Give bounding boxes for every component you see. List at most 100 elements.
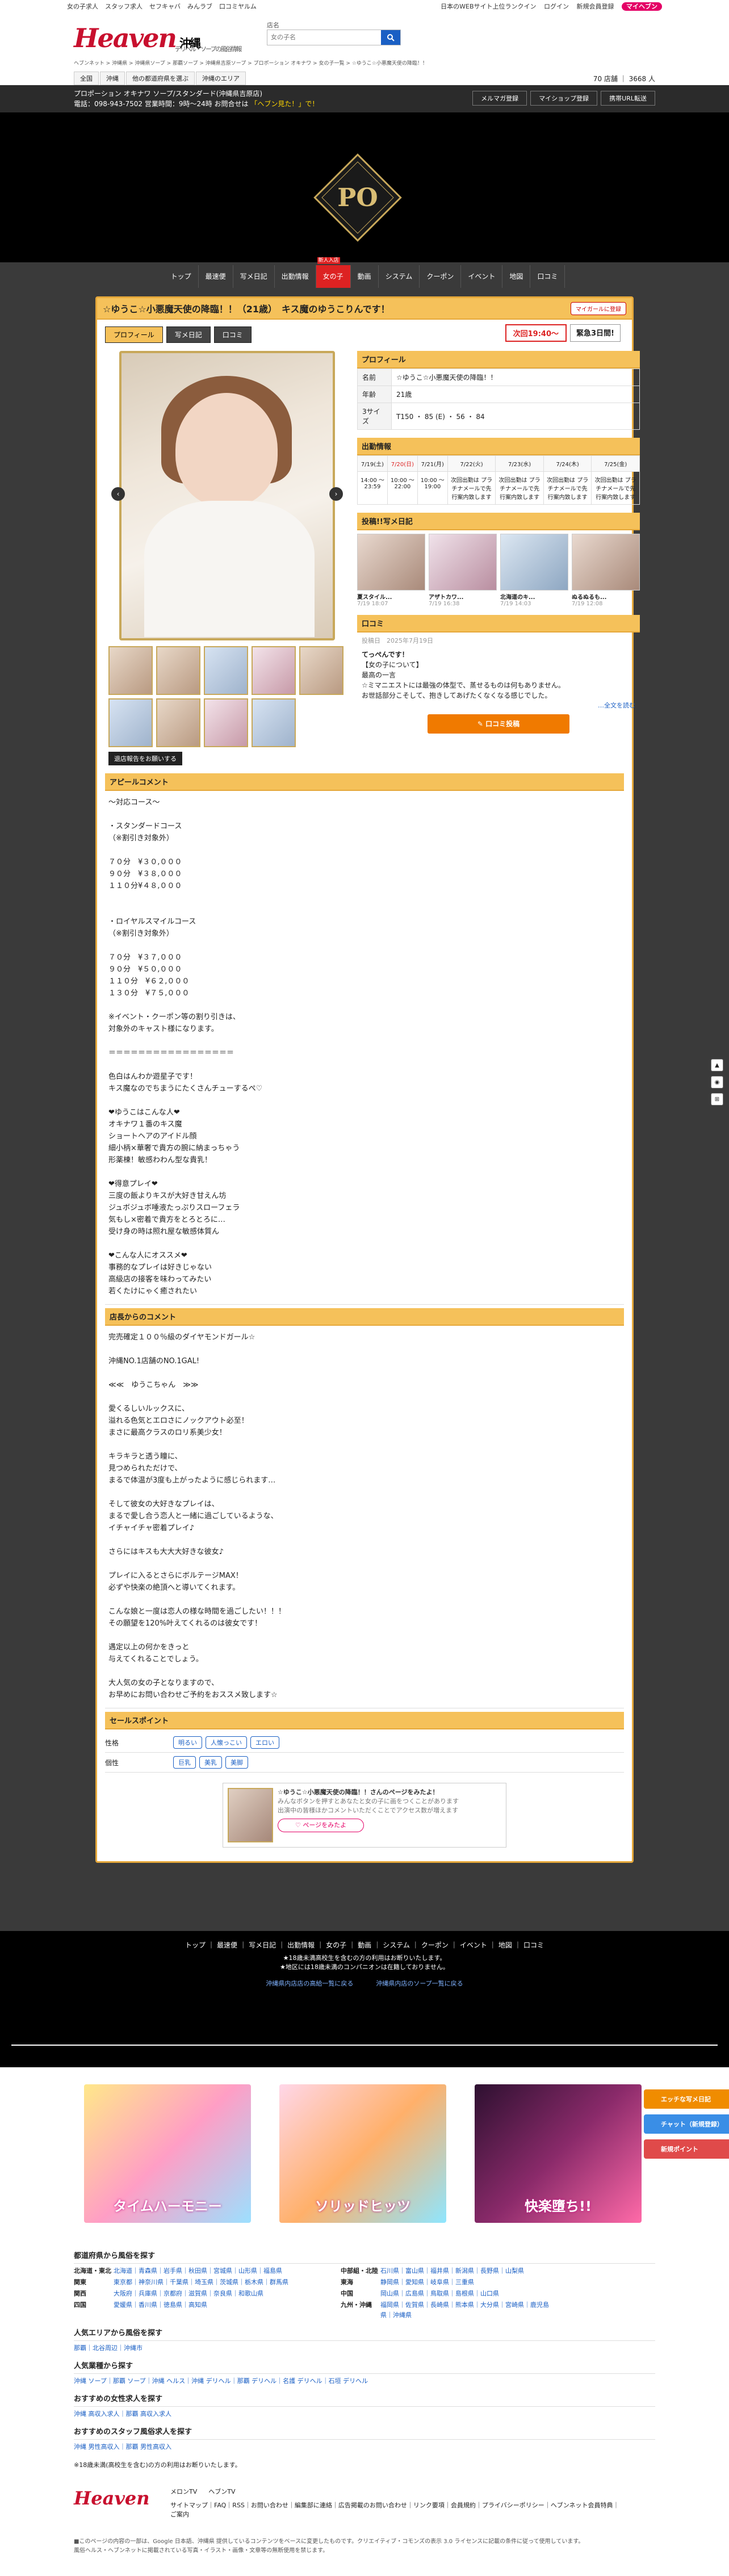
footnav-link[interactable]: 写メ日記 <box>249 1941 276 1949</box>
points-tag[interactable]: 美脚 <box>225 1756 248 1769</box>
post-review-button[interactable]: ✎ 口コミ投稿 <box>428 714 569 734</box>
myheaven-button[interactable]: マイヘブン <box>622 2 662 11</box>
thumbnail[interactable] <box>156 698 200 747</box>
login-link[interactable]: ログイン <box>544 3 569 10</box>
thumbnail[interactable] <box>156 646 200 695</box>
diary-item[interactable]: ぬるぬるも... 7/19 12:08 <box>572 534 640 607</box>
thumbnail[interactable] <box>108 646 153 695</box>
staff-job-links[interactable]: 沖縄 男性高収入｜那覇 男性高収入 <box>74 2442 655 2452</box>
record-icon[interactable]: ◉ <box>711 1076 723 1088</box>
main-photo[interactable]: ‹ › <box>111 351 343 640</box>
shop-tel[interactable]: 電話：098-943-7502 営業時間：9時〜24時 お問合せは <box>74 100 249 108</box>
thumbnail[interactable] <box>108 698 153 747</box>
up-icon[interactable]: ▲ <box>711 1059 723 1071</box>
area-links[interactable]: 東京都｜神奈川県｜千葉県｜埼玉県｜茨城県｜栃木県｜群馬県 <box>114 2277 341 2288</box>
diary-item[interactable]: 北海道のキ... 7/19 14:03 <box>500 534 568 607</box>
shopnav-item[interactable]: 地図 <box>502 265 531 288</box>
top-link[interactable]: セフキャバ <box>149 3 181 10</box>
ad-banner[interactable]: 快楽墮ち!! <box>475 2084 642 2223</box>
mobile-url-button[interactable]: 携帯URL転送 <box>601 91 655 106</box>
tab-profile[interactable]: プロフィール <box>105 326 163 343</box>
thumbnail[interactable] <box>252 646 296 695</box>
search-button[interactable] <box>381 30 400 45</box>
area-links[interactable]: 北海道｜青森県｜岩手県｜秋田県｜宮城県｜山形県｜福島県 <box>114 2266 341 2276</box>
points-tag[interactable]: 美乳 <box>199 1756 222 1769</box>
footnav-link[interactable]: 口コミ <box>523 1941 544 1949</box>
shopnav-item[interactable]: クーポン <box>420 265 462 288</box>
footnav-link[interactable]: クーポン <box>421 1941 449 1949</box>
grid-icon[interactable]: ⊞ <box>711 1093 723 1105</box>
footnav-link[interactable]: 最速便 <box>217 1941 237 1949</box>
mitayo-button[interactable]: ♡ ページをみたよ <box>278 1819 364 1832</box>
report-button[interactable]: 退店報告をお願いする <box>108 752 182 765</box>
footnav-link[interactable]: 女の子 <box>326 1941 346 1949</box>
ad-banner[interactable]: タイムハーモニー <box>84 2084 251 2223</box>
footnav-link[interactable]: 出勤情報 <box>287 1941 315 1949</box>
review-more-link[interactable]: …全文を読む <box>362 701 635 711</box>
back-link[interactable]: 沖縄県内店店の高給一覧に戻る <box>266 1980 353 1987</box>
ad-banner[interactable]: ソリッドヒッツ <box>279 2084 446 2223</box>
favorite-button[interactable]: マイガールに登録 <box>571 301 626 315</box>
float-chat-button[interactable]: チャット（新規登録） <box>644 2114 729 2134</box>
shopnav-item[interactable]: 口コミ <box>530 265 565 288</box>
myshop-button[interactable]: マイショップ登録 <box>530 91 598 106</box>
points-tag[interactable]: 明るい <box>173 1736 202 1749</box>
shopnav-item[interactable]: 出勤情報 <box>275 265 316 288</box>
genre-links[interactable]: 沖縄 ソープ｜那覇 ソープ｜沖縄 ヘルス｜沖縄 デリヘル｜那覇 デリヘル｜名護 … <box>74 2376 655 2386</box>
job-links[interactable]: 沖縄 高収入求人｜那覇 高収入求人 <box>74 2409 655 2419</box>
next-arrow-icon[interactable]: › <box>329 487 343 501</box>
gnav-item[interactable]: 全国 <box>74 72 99 85</box>
footer-links[interactable]: サイトマップ｜FAQ｜RSS｜お問い合わせ｜編集部に連絡｜広告掲載のお問い合わせ… <box>170 2501 625 2519</box>
shopnav-item[interactable]: 動画 <box>351 265 379 288</box>
top-link[interactable]: みんラブ <box>187 3 212 10</box>
register-link[interactable]: 新規会員登録 <box>577 3 614 10</box>
shopnav-item[interactable]: 写メ日記 <box>233 265 275 288</box>
thumbnail[interactable] <box>204 698 248 747</box>
tab-diary[interactable]: 写メ日記 <box>166 326 211 343</box>
tab-review[interactable]: 口コミ <box>213 326 252 343</box>
search-input[interactable] <box>267 30 381 45</box>
footnav-link[interactable]: イベント <box>460 1941 487 1949</box>
gnav-item[interactable]: 沖縄 <box>100 72 125 85</box>
gnav-item[interactable]: 沖縄のエリア <box>196 72 246 85</box>
footnav-link[interactable]: システム <box>383 1941 410 1949</box>
side-tool-buttons: ▲ ◉ ⊞ <box>711 1059 726 1110</box>
app-link[interactable]: メロンTV <box>170 2487 197 2497</box>
footnav-link[interactable]: 地図 <box>498 1941 512 1949</box>
area-links[interactable]: 福岡県｜佐賀県｜長崎県｜熊本県｜大分県｜宮崎県｜鹿児島県｜沖縄県 <box>380 2300 551 2321</box>
area-links[interactable]: 大阪府｜兵庫県｜京都府｜滋賀県｜奈良県｜和歌山県 <box>114 2289 341 2299</box>
shopnav-item[interactable]: イベント <box>461 265 503 288</box>
area-links[interactable]: 石川県｜富山県｜福井県｜新潟県｜長野県｜山梨県 <box>380 2266 551 2276</box>
top-link[interactable]: 女の子求人 <box>67 3 98 10</box>
back-link[interactable]: 沖縄県内店のソープ一覧に戻る <box>376 1980 463 1987</box>
area-links[interactable]: 静岡県｜愛知県｜岐阜県｜三重県 <box>380 2277 551 2288</box>
site-logo[interactable]: Heaven 沖縄 デリヘル・ソープの風俗情報 <box>74 23 242 53</box>
gnav-item[interactable]: 他の都道府県を選ぶ <box>126 72 195 85</box>
prev-arrow-icon[interactable]: ‹ <box>111 487 125 501</box>
points-tag[interactable]: 巨乳 <box>173 1756 196 1769</box>
thumbnail[interactable] <box>299 646 343 695</box>
shopnav-item[interactable]: システム <box>379 265 420 288</box>
shopnav-item-active[interactable]: 新人入店 女の子 <box>316 257 351 288</box>
thumbnail[interactable] <box>252 698 296 747</box>
float-diary-button[interactable]: エッチな写メ日記 <box>644 2089 729 2109</box>
area-links[interactable]: 愛媛県｜香川県｜徳島県｜高知県 <box>114 2300 341 2321</box>
app-link[interactable]: ヘブンTV <box>208 2487 235 2497</box>
footer-slider[interactable] <box>11 2016 718 2062</box>
footnav-link[interactable]: トップ <box>185 1941 206 1949</box>
shop-name[interactable]: プロポーション オキナワ ソープ/スタンダード(沖縄県吉原店) <box>74 89 319 99</box>
float-point-button[interactable]: 新規ポイント <box>644 2139 729 2159</box>
mailmag-button[interactable]: メルマガ登録 <box>472 91 527 106</box>
top-link[interactable]: スタッフ求人 <box>105 3 143 10</box>
diary-item[interactable]: アザトカワ... 7/19 16:38 <box>429 534 497 607</box>
points-tag[interactable]: エロい <box>250 1736 279 1749</box>
area-links[interactable]: 岡山県｜広島県｜鳥取県｜島根県｜山口県 <box>380 2289 551 2299</box>
shopnav-item[interactable]: 最速便 <box>199 265 233 288</box>
points-tag[interactable]: 人懐っこい <box>206 1736 247 1749</box>
thumbnail[interactable] <box>204 646 248 695</box>
diary-item[interactable]: 夏スタイル... 7/19 18:07 <box>357 534 425 607</box>
area-links[interactable]: 那覇｜北谷周辺｜沖縄市 <box>74 2343 655 2353</box>
top-link[interactable]: 口コミヤルム <box>219 3 257 10</box>
shopnav-item[interactable]: トップ <box>164 265 199 288</box>
footnav-link[interactable]: 動画 <box>358 1941 371 1949</box>
